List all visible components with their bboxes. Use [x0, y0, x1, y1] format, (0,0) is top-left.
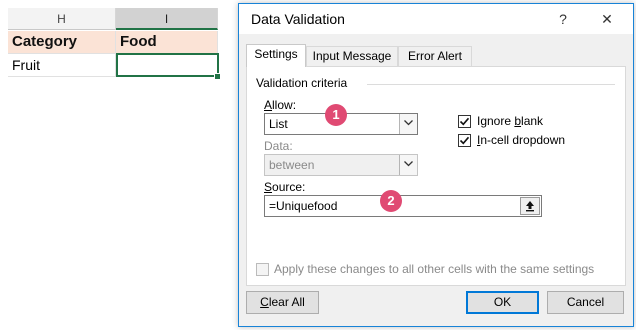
apply-changes-label: Apply these changes to all other cells w… — [274, 262, 595, 276]
tab-settings[interactable]: Settings — [246, 44, 306, 67]
step-badge-2: 2 — [380, 190, 402, 212]
cell-i2-selected[interactable] — [116, 53, 219, 77]
data-value: between — [269, 158, 315, 172]
fill-handle[interactable] — [214, 73, 221, 80]
cell-h2[interactable]: Fruit — [8, 54, 116, 77]
checkmark-icon — [459, 117, 470, 126]
ignore-blank-label[interactable]: Ignore blank — [477, 114, 543, 128]
close-button[interactable]: ✕ — [587, 4, 627, 34]
spreadsheet: H I Category Food Fruit — [0, 0, 238, 330]
title-bar[interactable]: Data Validation ? ✕ — [239, 4, 633, 34]
help-button[interactable]: ? — [543, 4, 583, 34]
column-header-i[interactable]: I — [116, 8, 218, 30]
checkmark-icon — [459, 136, 470, 145]
data-dropdown-arrow[interactable] — [399, 155, 417, 175]
data-dropdown[interactable]: between — [264, 154, 418, 176]
allow-label: Allow: — [264, 98, 297, 112]
collapse-dialog-button[interactable] — [520, 197, 540, 215]
chevron-down-icon — [404, 161, 413, 167]
data-label: Data: — [264, 139, 293, 153]
in-cell-dropdown-label[interactable]: In-cell dropdown — [477, 133, 565, 147]
source-value: =Uniquefood — [269, 199, 338, 213]
allow-dropdown-arrow[interactable] — [399, 114, 417, 134]
apply-changes-checkbox[interactable] — [256, 263, 269, 276]
validation-criteria-label: Validation criteria — [256, 76, 348, 90]
step-badge-1: 1 — [325, 104, 347, 126]
ok-button[interactable]: OK — [466, 291, 539, 314]
data-validation-dialog: Data Validation ? ✕ Settings Input Messa… — [238, 3, 634, 327]
group-divider — [367, 84, 615, 85]
clear-all-button[interactable]: Clear All — [246, 291, 319, 314]
chevron-down-icon — [404, 120, 413, 126]
dialog-title: Data Validation — [251, 11, 345, 27]
column-header-h[interactable]: H — [8, 8, 116, 30]
settings-panel: Validation criteria Allow: List 1 Ignore… — [246, 66, 626, 286]
tab-input-message[interactable]: Input Message — [306, 46, 398, 66]
source-input[interactable]: =Uniquefood — [264, 195, 542, 217]
cell-i1[interactable]: Food — [116, 31, 218, 54]
allow-value: List — [269, 117, 288, 131]
cancel-button[interactable]: Cancel — [547, 291, 624, 314]
ignore-blank-checkbox[interactable] — [458, 115, 471, 128]
tab-error-alert[interactable]: Error Alert — [398, 46, 472, 66]
source-label: Source: — [264, 180, 306, 194]
upload-arrow-icon — [526, 201, 534, 212]
cell-h1[interactable]: Category — [8, 31, 116, 54]
in-cell-dropdown-checkbox[interactable] — [458, 134, 471, 147]
